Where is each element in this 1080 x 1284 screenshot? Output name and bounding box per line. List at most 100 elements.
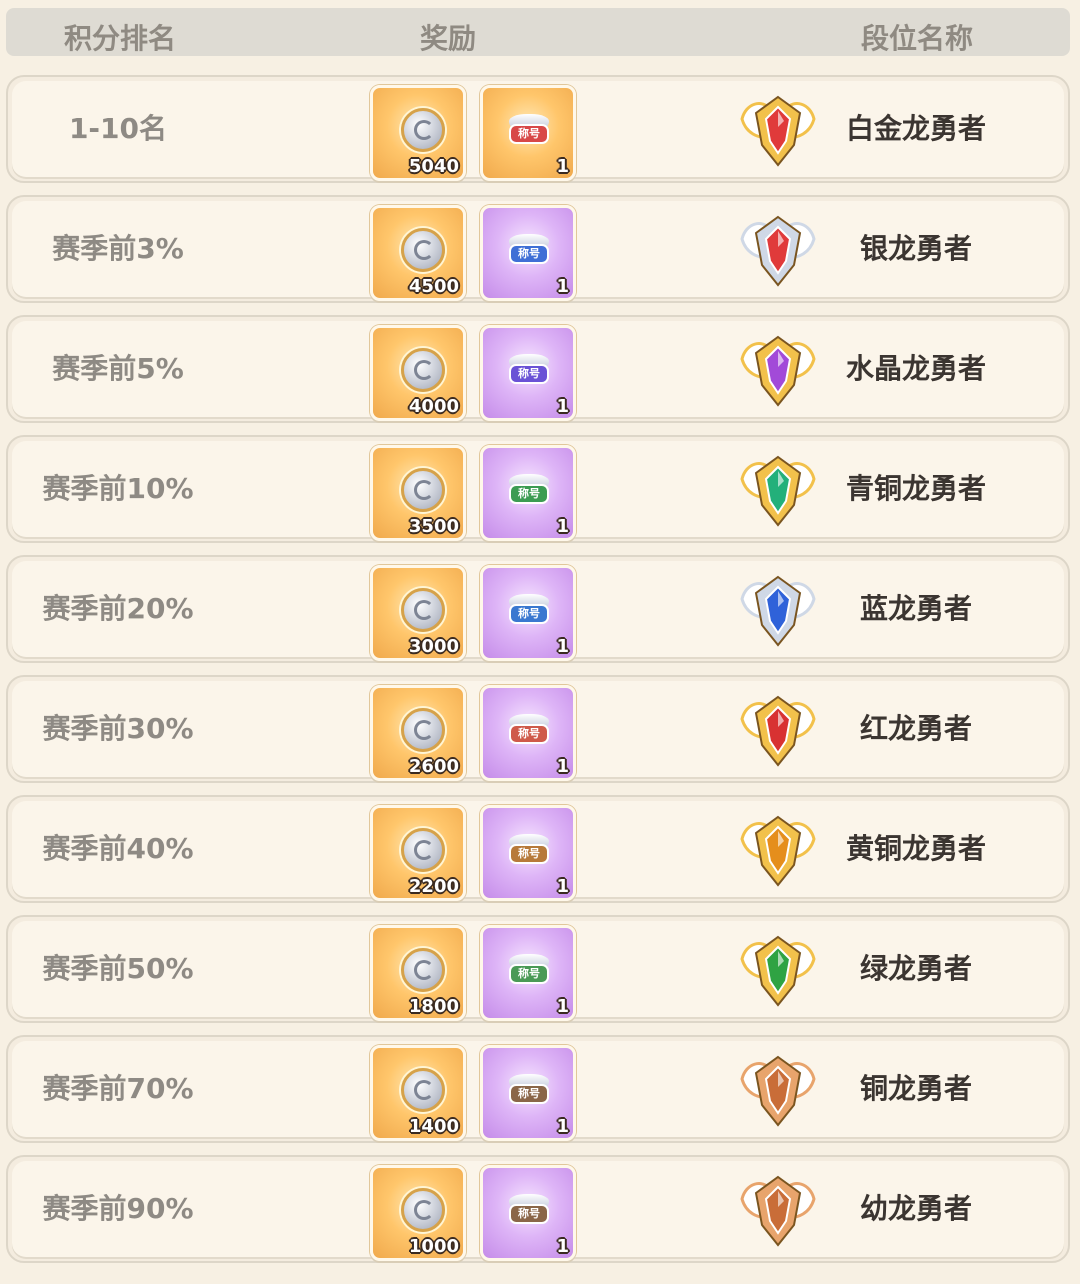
- title-reward-quantity: 1: [556, 756, 569, 777]
- coin-reward-item[interactable]: 5040: [370, 85, 466, 181]
- dragon-coin-icon: [401, 948, 445, 992]
- coin-reward-quantity: 1000: [408, 1236, 459, 1257]
- platinum-dragon-badge-icon: [736, 89, 820, 173]
- title-emblem-icon: 称号: [505, 946, 553, 994]
- title-plate-label: 称号: [511, 486, 547, 502]
- tier-name: 白金龙勇者: [845, 112, 986, 145]
- red-dragon-badge-icon: [736, 689, 820, 773]
- coin-reward-quantity: 3500: [408, 516, 459, 537]
- dragon-coin-icon: [401, 228, 445, 272]
- dragon-coin-icon: [401, 708, 445, 752]
- title-reward-quantity: 1: [556, 1236, 569, 1257]
- dragon-coin-icon: [401, 828, 445, 872]
- rank-label: 赛季前50%: [42, 952, 194, 985]
- title-reward-item[interactable]: 称号 1: [480, 565, 576, 661]
- title-emblem-icon: 称号: [505, 706, 553, 754]
- title-reward-item[interactable]: 称号 1: [480, 85, 576, 181]
- table-row: 赛季前70% 1400 称号 1 铜龙勇者: [6, 1035, 1070, 1143]
- tier-name: 红龙勇者: [859, 712, 972, 745]
- table-header: 积分排名 奖励 段位名称: [6, 8, 1070, 56]
- header-reward-label: 奖励: [420, 22, 477, 55]
- coin-reward-item[interactable]: 4000: [370, 325, 466, 421]
- coin-reward-quantity: 4000: [408, 396, 459, 417]
- title-reward-quantity: 1: [556, 396, 569, 417]
- title-reward-item[interactable]: 称号 1: [480, 685, 576, 781]
- rank-label: 赛季前40%: [42, 832, 194, 865]
- table-row: 1-10名 5040 称号 1 白金龙勇者: [6, 75, 1070, 183]
- table-row: 赛季前5% 4000 称号 1 水晶龙勇者: [6, 315, 1070, 423]
- title-plate-label: 称号: [511, 1086, 547, 1102]
- tier-name: 青铜龙勇者: [845, 472, 986, 505]
- title-emblem-icon: 称号: [505, 226, 553, 274]
- title-reward-item[interactable]: 称号 1: [480, 325, 576, 421]
- title-emblem-icon: 称号: [505, 826, 553, 874]
- title-plate-label: 称号: [511, 246, 547, 262]
- title-reward-quantity: 1: [556, 1116, 569, 1137]
- coin-reward-item[interactable]: 4500: [370, 205, 466, 301]
- crystal-dragon-badge-icon: [736, 329, 820, 413]
- coin-reward-quantity: 1800: [408, 996, 459, 1017]
- copper-dragon-badge-icon: [736, 1049, 820, 1133]
- title-reward-item[interactable]: 称号 1: [480, 1165, 576, 1261]
- dragon-coin-icon: [401, 468, 445, 512]
- title-reward-item[interactable]: 称号 1: [480, 925, 576, 1021]
- rank-label: 赛季前90%: [42, 1192, 194, 1225]
- title-reward-item[interactable]: 称号 1: [480, 205, 576, 301]
- tier-name: 蓝龙勇者: [859, 592, 972, 625]
- table-row: 赛季前3% 4500 称号 1 银龙勇者: [6, 195, 1070, 303]
- tier-name: 水晶龙勇者: [845, 352, 986, 385]
- title-reward-quantity: 1: [556, 636, 569, 657]
- dragon-coin-icon: [401, 108, 445, 152]
- coin-reward-item[interactable]: 2200: [370, 805, 466, 901]
- table-row: 赛季前10% 3500 称号 1 青铜龙勇者: [6, 435, 1070, 543]
- title-plate-label: 称号: [511, 726, 547, 742]
- header-rank-label: 积分排名: [64, 22, 177, 55]
- header-tier-label: 段位名称: [861, 22, 974, 55]
- table-row: 赛季前30% 2600 称号 1 红龙勇者: [6, 675, 1070, 783]
- title-reward-quantity: 1: [556, 156, 569, 177]
- dragon-coin-icon: [401, 588, 445, 632]
- rank-label: 赛季前70%: [42, 1072, 194, 1105]
- coin-reward-quantity: 2600: [408, 756, 459, 777]
- title-emblem-icon: 称号: [505, 1186, 553, 1234]
- title-reward-quantity: 1: [556, 276, 569, 297]
- title-emblem-icon: 称号: [505, 586, 553, 634]
- tier-name: 银龙勇者: [859, 232, 972, 265]
- coin-reward-item[interactable]: 1400: [370, 1045, 466, 1141]
- tier-name: 黄铜龙勇者: [845, 832, 986, 865]
- coin-reward-item[interactable]: 3000: [370, 565, 466, 661]
- tier-name: 绿龙勇者: [859, 952, 972, 985]
- coin-reward-item[interactable]: 3500: [370, 445, 466, 541]
- title-plate-label: 称号: [511, 846, 547, 862]
- rank-label: 赛季前10%: [42, 472, 194, 505]
- title-emblem-icon: 称号: [505, 106, 553, 154]
- title-plate-label: 称号: [511, 966, 547, 982]
- brass-dragon-badge-icon: [736, 809, 820, 893]
- rank-label: 赛季前5%: [52, 352, 184, 385]
- title-reward-quantity: 1: [556, 876, 569, 897]
- coin-reward-quantity: 5040: [408, 156, 459, 177]
- coin-reward-quantity: 1400: [408, 1116, 459, 1137]
- title-reward-item[interactable]: 称号 1: [480, 1045, 576, 1141]
- title-reward-item[interactable]: 称号 1: [480, 445, 576, 541]
- coin-reward-item[interactable]: 1000: [370, 1165, 466, 1261]
- table-row: 赛季前90% 1000 称号 1 幼龙勇者: [6, 1155, 1070, 1263]
- title-reward-quantity: 1: [556, 516, 569, 537]
- coin-reward-item[interactable]: 1800: [370, 925, 466, 1021]
- dragon-coin-icon: [401, 1068, 445, 1112]
- tier-name: 幼龙勇者: [859, 1192, 972, 1225]
- title-reward-item[interactable]: 称号 1: [480, 805, 576, 901]
- bronze-cyan-dragon-badge-icon: [736, 449, 820, 533]
- title-plate-label: 称号: [511, 606, 547, 622]
- silver-dragon-badge-icon: [736, 209, 820, 293]
- rank-label: 赛季前30%: [42, 712, 194, 745]
- title-plate-label: 称号: [511, 1206, 547, 1222]
- coin-reward-item[interactable]: 2600: [370, 685, 466, 781]
- coin-reward-quantity: 2200: [408, 876, 459, 897]
- young-dragon-badge-icon: [736, 1169, 820, 1253]
- title-reward-quantity: 1: [556, 996, 569, 1017]
- rank-label: 1-10名: [68, 112, 168, 145]
- green-dragon-badge-icon: [736, 929, 820, 1013]
- title-emblem-icon: 称号: [505, 346, 553, 394]
- title-plate-label: 称号: [511, 126, 547, 142]
